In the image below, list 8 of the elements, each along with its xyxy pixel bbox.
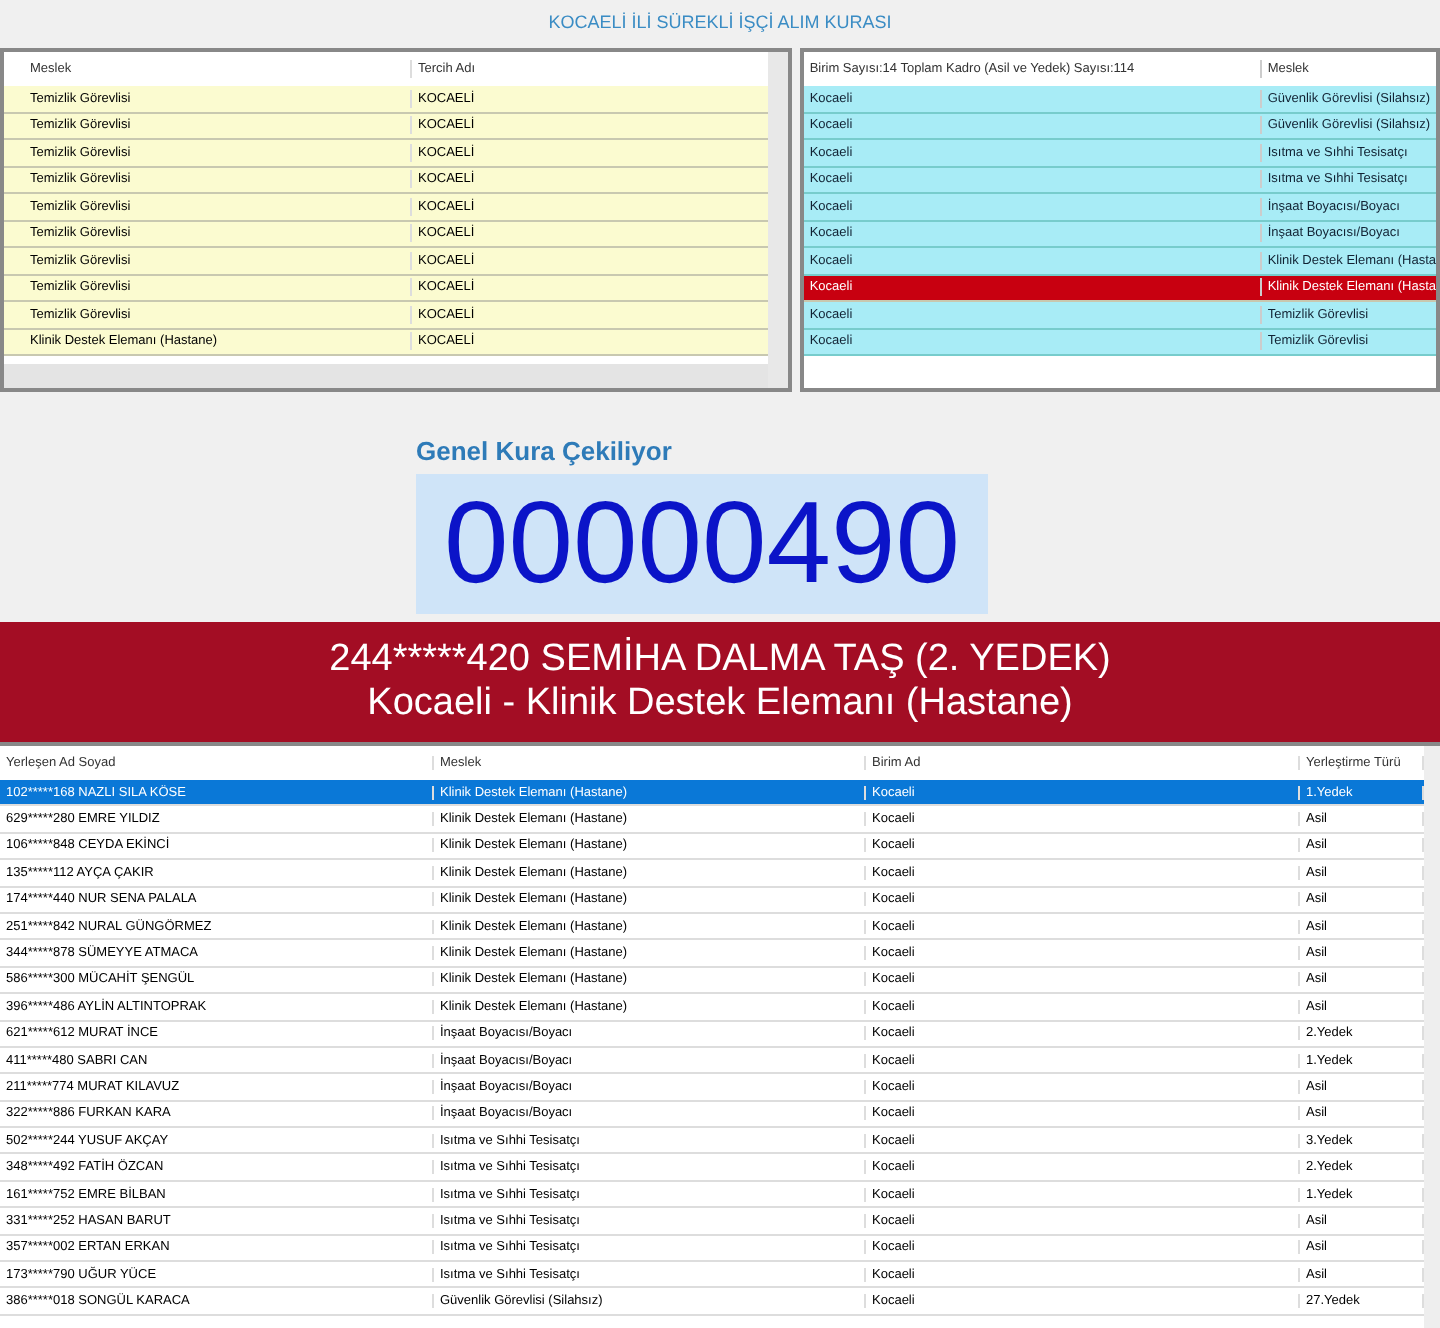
horizontal-scrollbar[interactable] bbox=[4, 364, 768, 388]
page-title: KOCAELİ İLİ SÜREKLİ İŞÇİ ALIM KURASI bbox=[546, 10, 894, 36]
winner-position: Kocaeli - Klinik Destek Elemanı (Hastane) bbox=[365, 682, 1075, 726]
draw-label: Genel Kura Çekiliyor bbox=[416, 436, 672, 466]
vertical-scrollbar[interactable] bbox=[1424, 746, 1440, 1328]
draw-counter: 00000490 bbox=[416, 474, 989, 614]
winner-name: 244*****420 SEMİHA DALMA TAŞ (2. YEDEK) bbox=[327, 638, 1113, 682]
vertical-scrollbar[interactable] bbox=[767, 52, 788, 388]
